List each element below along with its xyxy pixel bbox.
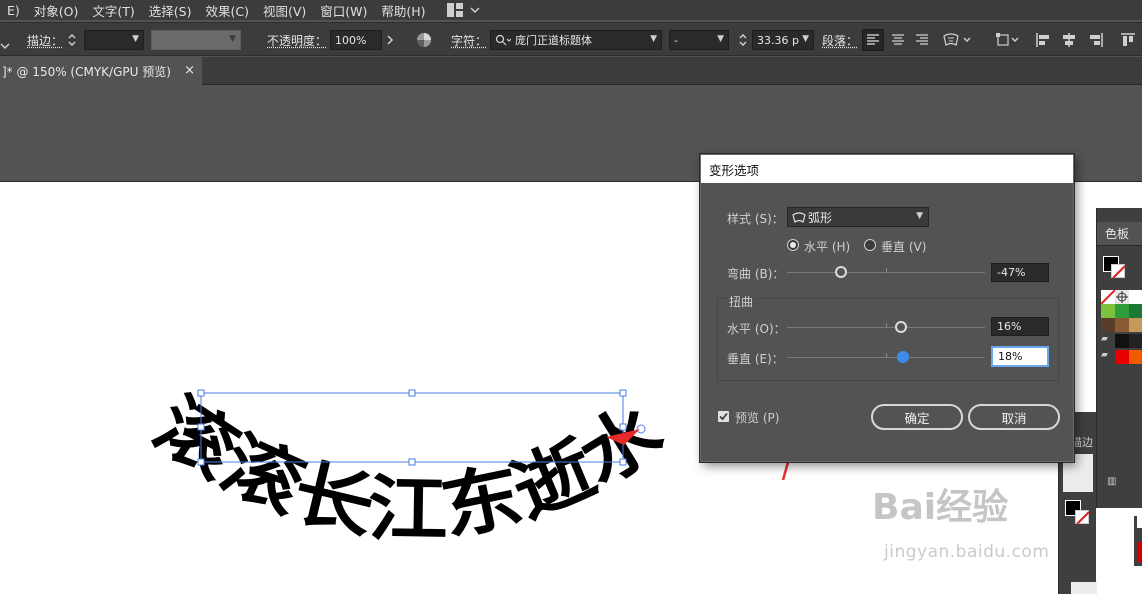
preview-checkbox[interactable] <box>718 411 729 422</box>
swatch-none[interactable] <box>1101 290 1115 304</box>
swatches-panel: 色板 ▰ ▰ ▥ <box>1096 208 1142 508</box>
swatch-white[interactable] <box>1129 290 1142 304</box>
vertical-radio-label[interactable]: 垂直 (V) <box>881 238 926 255</box>
horizontal-radio-label[interactable]: 水平 (H) <box>804 238 850 255</box>
swatch-green[interactable] <box>1115 304 1129 318</box>
swatch-orange[interactable] <box>1129 350 1142 364</box>
swatch-red[interactable] <box>1115 350 1129 364</box>
distort-horizontal-center-tick <box>886 323 887 328</box>
chevron-down-icon: ▼ <box>916 211 923 221</box>
bend-slider-knob[interactable] <box>835 266 847 278</box>
warp-style-value: 弧形 <box>808 209 832 226</box>
folder-icon[interactable]: ▰ <box>1101 350 1115 364</box>
distort-vertical-knob[interactable] <box>897 351 909 363</box>
text-path-port[interactable] <box>637 425 645 433</box>
distort-horizontal-label: 水平 (O)： <box>727 320 786 337</box>
swatch-black[interactable] <box>1115 334 1129 348</box>
swatches-tab[interactable]: 色板 <box>1097 222 1142 246</box>
panel-edge <box>1134 516 1142 566</box>
preview-label[interactable]: 预览 (P) <box>735 409 779 426</box>
bend-value-input[interactable]: -47% <box>991 263 1049 282</box>
swatch-green-light[interactable] <box>1101 304 1115 318</box>
swatch-red-edge <box>1137 542 1142 562</box>
arc-style-icon <box>792 212 806 224</box>
stroke-panel-tab[interactable]: 描边 <box>1071 434 1093 450</box>
bend-label: 弯曲 (B)： <box>727 265 784 282</box>
checkmark-icon <box>719 412 728 421</box>
swatch-brown[interactable] <box>1115 318 1129 332</box>
distort-vertical-input[interactable]: 18% <box>991 346 1049 367</box>
warped-text-content: 滚滚长江东逝水 <box>140 381 678 552</box>
distortion-group <box>717 298 1059 381</box>
distort-horizontal-input[interactable]: 16% <box>991 317 1049 336</box>
warped-text-art[interactable]: 滚滚长江东逝水 <box>140 381 678 552</box>
swatch-tan[interactable] <box>1129 318 1142 332</box>
stroke-swatch-small[interactable] <box>1075 510 1089 524</box>
swatch-gray-dark[interactable] <box>1129 334 1142 348</box>
distortion-label: 扭曲 <box>727 293 755 310</box>
warp-style-select[interactable]: 弧形 ▼ <box>787 207 929 227</box>
bend-slider-center-tick <box>886 268 887 273</box>
warp-options-dialog: 变形选项 样式 (S)： 弧形 ▼ 水平 (H) 垂直 (V) 弯曲 (B)： … <box>700 154 1074 462</box>
swatch-brown-dark[interactable] <box>1101 318 1115 332</box>
swatch-registration[interactable] <box>1115 290 1129 304</box>
folder-icon[interactable]: ▰ <box>1101 334 1115 348</box>
style-label: 样式 (S)： <box>727 210 784 227</box>
ok-button[interactable]: 确定 <box>871 404 963 430</box>
distort-horizontal-knob[interactable] <box>895 321 907 333</box>
swatch-library-icon[interactable]: ▥ <box>1107 476 1121 488</box>
vertical-radio[interactable] <box>864 239 876 251</box>
cancel-button[interactable]: 取消 <box>968 404 1060 430</box>
baidu-watermark-logo: Bai经验 <box>872 478 1008 530</box>
distort-vertical-label: 垂直 (E)： <box>727 350 784 367</box>
baidu-watermark-url: jingyan.baidu.com <box>884 542 1049 562</box>
dialog-title: 变形选项 <box>701 155 1073 183</box>
swatch-white-edge <box>1137 516 1142 528</box>
horizontal-radio[interactable] <box>787 239 799 251</box>
gradient-strip <box>1071 582 1097 594</box>
stroke-swatch[interactable] <box>1111 264 1125 278</box>
distort-vertical-center-tick <box>886 353 887 358</box>
swatch-green-dark[interactable] <box>1129 304 1142 318</box>
